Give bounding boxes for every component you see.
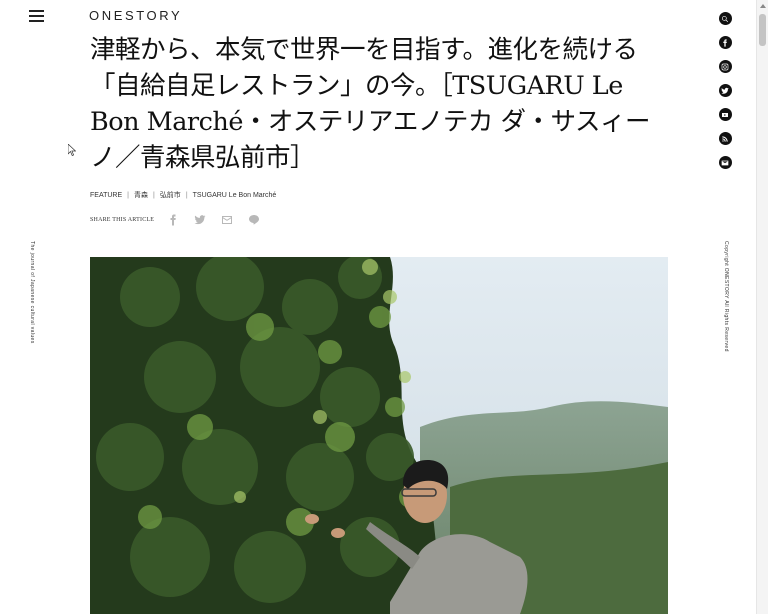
search-icon[interactable]	[718, 12, 732, 25]
youtube-icon[interactable]	[718, 108, 732, 121]
social-links	[718, 12, 732, 180]
tag-separator: |	[152, 191, 155, 199]
mouse-cursor-icon	[68, 144, 76, 156]
share-bar: SHARE THIS ARTICLE	[90, 212, 273, 228]
tag-separator: |	[127, 191, 129, 199]
mail-icon[interactable]	[718, 156, 732, 169]
facebook-icon[interactable]	[718, 36, 732, 49]
tag-separator: |	[185, 191, 188, 199]
site-logo[interactable]: ONESTORY	[89, 8, 182, 23]
instagram-icon[interactable]	[718, 60, 732, 73]
hamburger-menu-icon[interactable]	[29, 10, 44, 22]
mail-icon[interactable]	[219, 212, 235, 228]
article-title: 津軽から、本気で世界一を目指す。進化を続ける「自給自足レストラン」の今。［TSU…	[90, 35, 651, 173]
line-icon[interactable]	[246, 212, 262, 228]
twitter-icon[interactable]	[718, 84, 732, 97]
facebook-icon[interactable]	[165, 212, 181, 228]
hero-photo-illustration	[90, 257, 668, 614]
tag-le-bon-marche[interactable]: TSUGARU Le Bon Marché	[193, 192, 277, 199]
copyright-vertical: Copyright ONESTORY All Rights Reserved	[723, 241, 729, 352]
hero-image	[90, 257, 668, 614]
tag-feature[interactable]: FEATURE	[90, 192, 122, 199]
scroll-up-arrow-icon[interactable]	[760, 4, 766, 8]
page: ONESTORY 津軽から、本気で世界一を目指す。進化を続ける「自給自足レストラ…	[0, 0, 768, 614]
scrollbar-thumb[interactable]	[759, 14, 766, 46]
share-label: SHARE THIS ARTICLE	[90, 217, 155, 223]
scrollbar[interactable]	[756, 0, 768, 614]
tag-hirosaki[interactable]: 弘前市	[160, 190, 181, 200]
article-tags: FEATURE | 青森 | 弘前市 | TSUGARU Le Bon Marc…	[90, 190, 276, 200]
tag-aomori[interactable]: 青森	[134, 190, 148, 200]
tagline-vertical: The journal of Japanese cultural values	[29, 241, 35, 344]
rss-icon[interactable]	[718, 132, 732, 145]
twitter-icon[interactable]	[192, 212, 208, 228]
